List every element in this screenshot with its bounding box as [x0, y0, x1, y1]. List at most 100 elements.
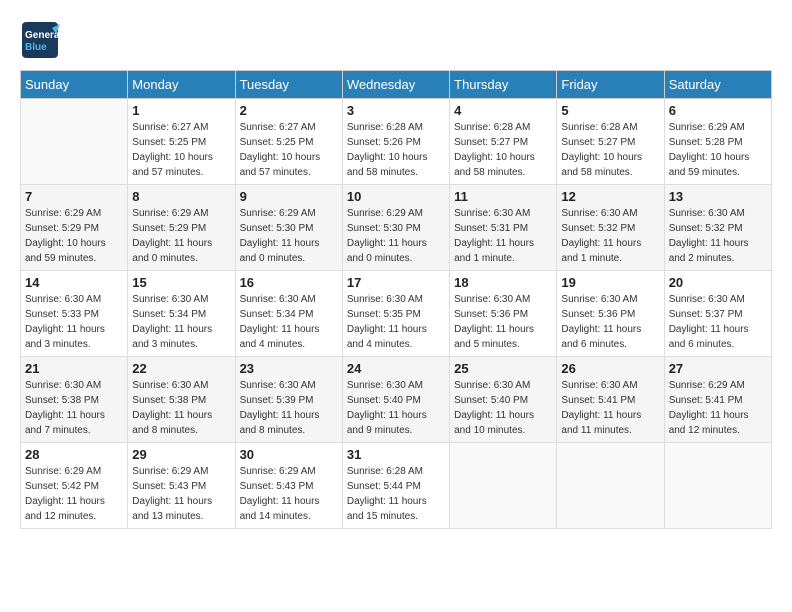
- calendar-cell: 4 Sunrise: 6:28 AMSunset: 5:27 PMDaylight…: [450, 99, 557, 185]
- calendar-cell: [450, 443, 557, 529]
- day-info: Sunrise: 6:29 AMSunset: 5:29 PMDaylight:…: [132, 206, 230, 266]
- day-info: Sunrise: 6:30 AMSunset: 5:39 PMDaylight:…: [240, 378, 338, 438]
- day-number: 3: [347, 103, 445, 118]
- calendar-cell: 9 Sunrise: 6:29 AMSunset: 5:30 PMDaylight…: [235, 185, 342, 271]
- day-number: 16: [240, 275, 338, 290]
- calendar-cell: 14 Sunrise: 6:30 AMSunset: 5:33 PMDayligh…: [21, 271, 128, 357]
- calendar-cell: 29 Sunrise: 6:29 AMSunset: 5:43 PMDayligh…: [128, 443, 235, 529]
- day-info: Sunrise: 6:29 AMSunset: 5:30 PMDaylight:…: [240, 206, 338, 266]
- day-info: Sunrise: 6:30 AMSunset: 5:38 PMDaylight:…: [25, 378, 123, 438]
- calendar-cell: 20 Sunrise: 6:30 AMSunset: 5:37 PMDayligh…: [664, 271, 771, 357]
- day-info: Sunrise: 6:29 AMSunset: 5:28 PMDaylight:…: [669, 120, 767, 180]
- day-info: Sunrise: 6:30 AMSunset: 5:34 PMDaylight:…: [240, 292, 338, 352]
- day-info: Sunrise: 6:28 AMSunset: 5:26 PMDaylight:…: [347, 120, 445, 180]
- day-number: 23: [240, 361, 338, 376]
- day-info: Sunrise: 6:30 AMSunset: 5:40 PMDaylight:…: [454, 378, 552, 438]
- day-number: 14: [25, 275, 123, 290]
- calendar-cell: 1 Sunrise: 6:27 AMSunset: 5:25 PMDaylight…: [128, 99, 235, 185]
- day-info: Sunrise: 6:30 AMSunset: 5:36 PMDaylight:…: [454, 292, 552, 352]
- calendar-cell: [557, 443, 664, 529]
- logo-icon: General Blue: [20, 20, 60, 60]
- calendar-cell: 7 Sunrise: 6:29 AMSunset: 5:29 PMDaylight…: [21, 185, 128, 271]
- day-number: 27: [669, 361, 767, 376]
- calendar-cell: 8Sunrise: 6:29 AMSunset: 5:29 PMDaylight…: [128, 185, 235, 271]
- day-number: 20: [669, 275, 767, 290]
- day-number: 22: [132, 361, 230, 376]
- day-info: Sunrise: 6:29 AMSunset: 5:43 PMDaylight:…: [240, 464, 338, 524]
- day-number: 2: [240, 103, 338, 118]
- day-info: Sunrise: 6:30 AMSunset: 5:32 PMDaylight:…: [561, 206, 659, 266]
- day-number: 24: [347, 361, 445, 376]
- column-header-thursday: Thursday: [450, 71, 557, 99]
- day-info: Sunrise: 6:30 AMSunset: 5:40 PMDaylight:…: [347, 378, 445, 438]
- calendar-cell: 26Sunrise: 6:30 AMSunset: 5:41 PMDayligh…: [557, 357, 664, 443]
- day-number: 13: [669, 189, 767, 204]
- calendar-table: SundayMondayTuesdayWednesdayThursdayFrid…: [20, 70, 772, 529]
- day-info: Sunrise: 6:27 AMSunset: 5:25 PMDaylight:…: [132, 120, 230, 180]
- day-info: Sunrise: 6:30 AMSunset: 5:34 PMDaylight:…: [132, 292, 230, 352]
- day-number: 11: [454, 189, 552, 204]
- calendar-cell: 12 Sunrise: 6:30 AMSunset: 5:32 PMDayligh…: [557, 185, 664, 271]
- calendar-cell: 30 Sunrise: 6:29 AMSunset: 5:43 PMDayligh…: [235, 443, 342, 529]
- day-number: 25: [454, 361, 552, 376]
- day-info: Sunrise: 6:29 AMSunset: 5:42 PMDaylight:…: [25, 464, 123, 524]
- day-number: 26: [561, 361, 659, 376]
- calendar-cell: [21, 99, 128, 185]
- calendar-cell: 16 Sunrise: 6:30 AMSunset: 5:34 PMDayligh…: [235, 271, 342, 357]
- day-info: Sunrise: 6:30 AMSunset: 5:31 PMDaylight:…: [454, 206, 552, 266]
- calendar-cell: 3 Sunrise: 6:28 AMSunset: 5:26 PMDaylight…: [342, 99, 449, 185]
- day-info: Sunrise: 6:29 AMSunset: 5:41 PMDaylight:…: [669, 378, 767, 438]
- calendar-cell: 11 Sunrise: 6:30 AMSunset: 5:31 PMDayligh…: [450, 185, 557, 271]
- calendar-cell: 10 Sunrise: 6:29 AMSunset: 5:30 PMDayligh…: [342, 185, 449, 271]
- calendar-cell: 13 Sunrise: 6:30 AMSunset: 5:32 PMDayligh…: [664, 185, 771, 271]
- day-info: Sunrise: 6:29 AMSunset: 5:29 PMDaylight:…: [25, 206, 123, 266]
- calendar-week-row: 28Sunrise: 6:29 AMSunset: 5:42 PMDayligh…: [21, 443, 772, 529]
- calendar-cell: 2Sunrise: 6:27 AMSunset: 5:25 PMDaylight…: [235, 99, 342, 185]
- day-number: 15: [132, 275, 230, 290]
- day-number: 9: [240, 189, 338, 204]
- day-info: Sunrise: 6:30 AMSunset: 5:38 PMDaylight:…: [132, 378, 230, 438]
- day-info: Sunrise: 6:30 AMSunset: 5:33 PMDaylight:…: [25, 292, 123, 352]
- column-header-sunday: Sunday: [21, 71, 128, 99]
- calendar-cell: 31 Sunrise: 6:28 AMSunset: 5:44 PMDayligh…: [342, 443, 449, 529]
- day-number: 7: [25, 189, 123, 204]
- calendar-cell: 28Sunrise: 6:29 AMSunset: 5:42 PMDayligh…: [21, 443, 128, 529]
- day-number: 12: [561, 189, 659, 204]
- day-info: Sunrise: 6:28 AMSunset: 5:27 PMDaylight:…: [454, 120, 552, 180]
- calendar-week-row: 7 Sunrise: 6:29 AMSunset: 5:29 PMDaylight…: [21, 185, 772, 271]
- svg-text:Blue: Blue: [25, 42, 47, 53]
- logo: General Blue: [20, 20, 60, 60]
- calendar-cell: 19 Sunrise: 6:30 AMSunset: 5:36 PMDayligh…: [557, 271, 664, 357]
- day-number: 30: [240, 447, 338, 462]
- day-info: Sunrise: 6:29 AMSunset: 5:30 PMDaylight:…: [347, 206, 445, 266]
- column-header-wednesday: Wednesday: [342, 71, 449, 99]
- day-number: 31: [347, 447, 445, 462]
- day-info: Sunrise: 6:29 AMSunset: 5:43 PMDaylight:…: [132, 464, 230, 524]
- day-number: 1: [132, 103, 230, 118]
- column-header-monday: Monday: [128, 71, 235, 99]
- day-info: Sunrise: 6:30 AMSunset: 5:35 PMDaylight:…: [347, 292, 445, 352]
- calendar-cell: 5 Sunrise: 6:28 AMSunset: 5:27 PMDaylight…: [557, 99, 664, 185]
- day-number: 18: [454, 275, 552, 290]
- calendar-week-row: 1 Sunrise: 6:27 AMSunset: 5:25 PMDaylight…: [21, 99, 772, 185]
- day-number: 29: [132, 447, 230, 462]
- day-info: Sunrise: 6:28 AMSunset: 5:44 PMDaylight:…: [347, 464, 445, 524]
- day-number: 5: [561, 103, 659, 118]
- calendar-week-row: 14 Sunrise: 6:30 AMSunset: 5:33 PMDayligh…: [21, 271, 772, 357]
- day-number: 6: [669, 103, 767, 118]
- calendar-cell: 17Sunrise: 6:30 AMSunset: 5:35 PMDayligh…: [342, 271, 449, 357]
- day-info: Sunrise: 6:28 AMSunset: 5:27 PMDaylight:…: [561, 120, 659, 180]
- calendar-cell: 23 Sunrise: 6:30 AMSunset: 5:39 PMDayligh…: [235, 357, 342, 443]
- day-number: 10: [347, 189, 445, 204]
- day-number: 21: [25, 361, 123, 376]
- column-header-saturday: Saturday: [664, 71, 771, 99]
- calendar-week-row: 21 Sunrise: 6:30 AMSunset: 5:38 PMDayligh…: [21, 357, 772, 443]
- day-info: Sunrise: 6:30 AMSunset: 5:36 PMDaylight:…: [561, 292, 659, 352]
- day-number: 19: [561, 275, 659, 290]
- column-header-tuesday: Tuesday: [235, 71, 342, 99]
- day-info: Sunrise: 6:30 AMSunset: 5:32 PMDaylight:…: [669, 206, 767, 266]
- day-info: Sunrise: 6:30 AMSunset: 5:37 PMDaylight:…: [669, 292, 767, 352]
- day-number: 4: [454, 103, 552, 118]
- calendar-cell: 24 Sunrise: 6:30 AMSunset: 5:40 PMDayligh…: [342, 357, 449, 443]
- calendar-cell: 25 Sunrise: 6:30 AMSunset: 5:40 PMDayligh…: [450, 357, 557, 443]
